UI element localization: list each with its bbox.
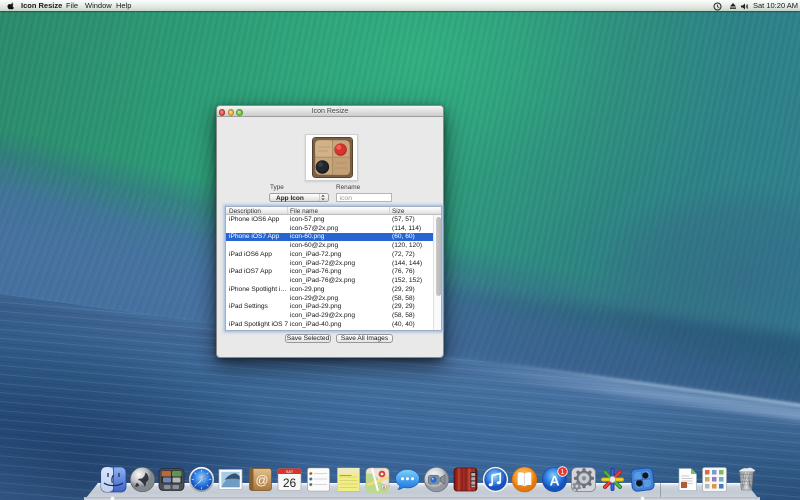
svg-text:A: A (549, 473, 559, 489)
svg-text:26: 26 (283, 476, 297, 490)
svg-text:SAT: SAT (286, 469, 294, 474)
svg-text:@: @ (255, 473, 268, 488)
svg-text:1: 1 (560, 469, 564, 476)
